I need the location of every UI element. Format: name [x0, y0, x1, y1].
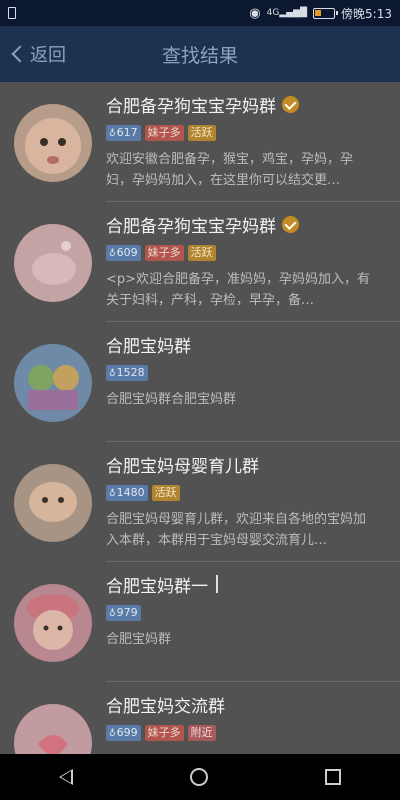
system-navigation-bar [0, 754, 400, 800]
avatar [14, 104, 92, 182]
tag-row: 617 妹子多 活跃 [106, 125, 400, 141]
tag-row: 1528 [106, 365, 400, 381]
member-count-badge: 1528 [106, 365, 148, 381]
list-item[interactable]: 合肥宝妈母婴育儿群 1480 活跃 合肥宝妈母婴育儿群，欢迎来自各地的宝妈加入本… [0, 442, 400, 562]
list-item[interactable]: 合肥备孕狗宝宝孕妈群 609 妹子多 活跃 <p>欢迎合肥备孕，准妈妈，孕妈妈加… [0, 202, 400, 322]
home-nav-icon[interactable] [189, 768, 208, 786]
signal-icon: 4G▂▄▆█ [266, 8, 308, 18]
member-count-badge: 1480 [106, 485, 148, 501]
avatar [14, 224, 92, 302]
group-description: <p>欢迎合肥备孕，准妈妈，孕妈妈加入，有关于妇科，产科，孕检，早孕，备… [106, 272, 371, 308]
group-description: 合肥宝妈母婴育儿群，欢迎来自各地的宝妈加入本群，本群用于宝妈母婴交流育儿… [106, 512, 367, 548]
avatar [14, 464, 92, 542]
tag-badge: 活跃 [187, 245, 216, 261]
tag-badge: 附近 [187, 725, 216, 741]
tag-row: 979 [106, 605, 400, 621]
group-title: 合肥宝妈群 [106, 336, 191, 357]
tag-badge: 妹子多 [144, 725, 184, 741]
group-description: 合肥宝妈群合肥宝妈群 [106, 392, 237, 407]
chevron-left-icon [11, 45, 29, 63]
member-count-badge: 609 [106, 245, 141, 261]
list-item[interactable]: 合肥宝妈交流群 699 妹子多 附近 [0, 682, 400, 754]
tag-row: 1480 活跃 [106, 485, 400, 501]
group-title: 合肥备孕狗宝宝孕妈群 [106, 212, 400, 237]
group-description: 欢迎安徽合肥备孕，猴宝，鸡宝，孕妈，孕妇，孕妈妈加入，在这里你可以结交更… [106, 152, 354, 188]
verified-badge-icon [282, 215, 299, 233]
back-label: 返回 [30, 45, 66, 66]
eye-comfort-icon: ◉ [249, 5, 261, 21]
member-count-badge: 617 [106, 125, 141, 141]
tag-row: 609 妹子多 活跃 [106, 245, 400, 261]
group-title: 合肥宝妈群一 [106, 572, 400, 597]
tag-badge: 活跃 [151, 485, 180, 501]
text-cursor [216, 575, 218, 593]
list-item[interactable]: 合肥宝妈群 1528 合肥宝妈群合肥宝妈群 [0, 322, 400, 442]
group-title: 合肥备孕狗宝宝孕妈群 [106, 92, 400, 117]
group-title: 合肥宝妈母婴育儿群 [106, 456, 259, 477]
member-count-badge: 699 [106, 725, 141, 741]
avatar [14, 584, 92, 662]
recents-nav-icon[interactable] [325, 769, 342, 785]
avatar [14, 704, 92, 754]
verified-badge-icon [282, 95, 299, 113]
tag-badge: 妹子多 [144, 245, 184, 261]
member-count-badge: 979 [106, 605, 141, 621]
status-bar: ◉ 4G▂▄▆█ 傍晚5:13 [0, 0, 400, 26]
nav-bar: 返回 查找结果 [0, 26, 400, 82]
clock: 傍晚5:13 [341, 6, 392, 21]
battery-icon [313, 7, 339, 19]
list-item[interactable]: 合肥备孕狗宝宝孕妈群 617 妹子多 活跃 欢迎安徽合肥备孕，猴宝，鸡宝，孕妈，… [0, 82, 400, 202]
tag-badge: 活跃 [187, 125, 216, 141]
avatar [14, 344, 92, 422]
tag-row: 699 妹子多 附近 [106, 725, 400, 741]
results-list[interactable]: 合肥备孕狗宝宝孕妈群 617 妹子多 活跃 欢迎安徽合肥备孕，猴宝，鸡宝，孕妈，… [0, 82, 400, 754]
list-item[interactable]: 合肥宝妈群一 979 合肥宝妈群 [0, 562, 400, 682]
tag-badge: 妹子多 [144, 125, 184, 141]
group-title: 合肥宝妈交流群 [106, 696, 225, 717]
sim-card-icon [8, 7, 16, 19]
group-description: 合肥宝妈群 [106, 632, 172, 647]
back-button[interactable]: 返回 [0, 41, 66, 67]
back-nav-icon[interactable] [58, 769, 73, 785]
